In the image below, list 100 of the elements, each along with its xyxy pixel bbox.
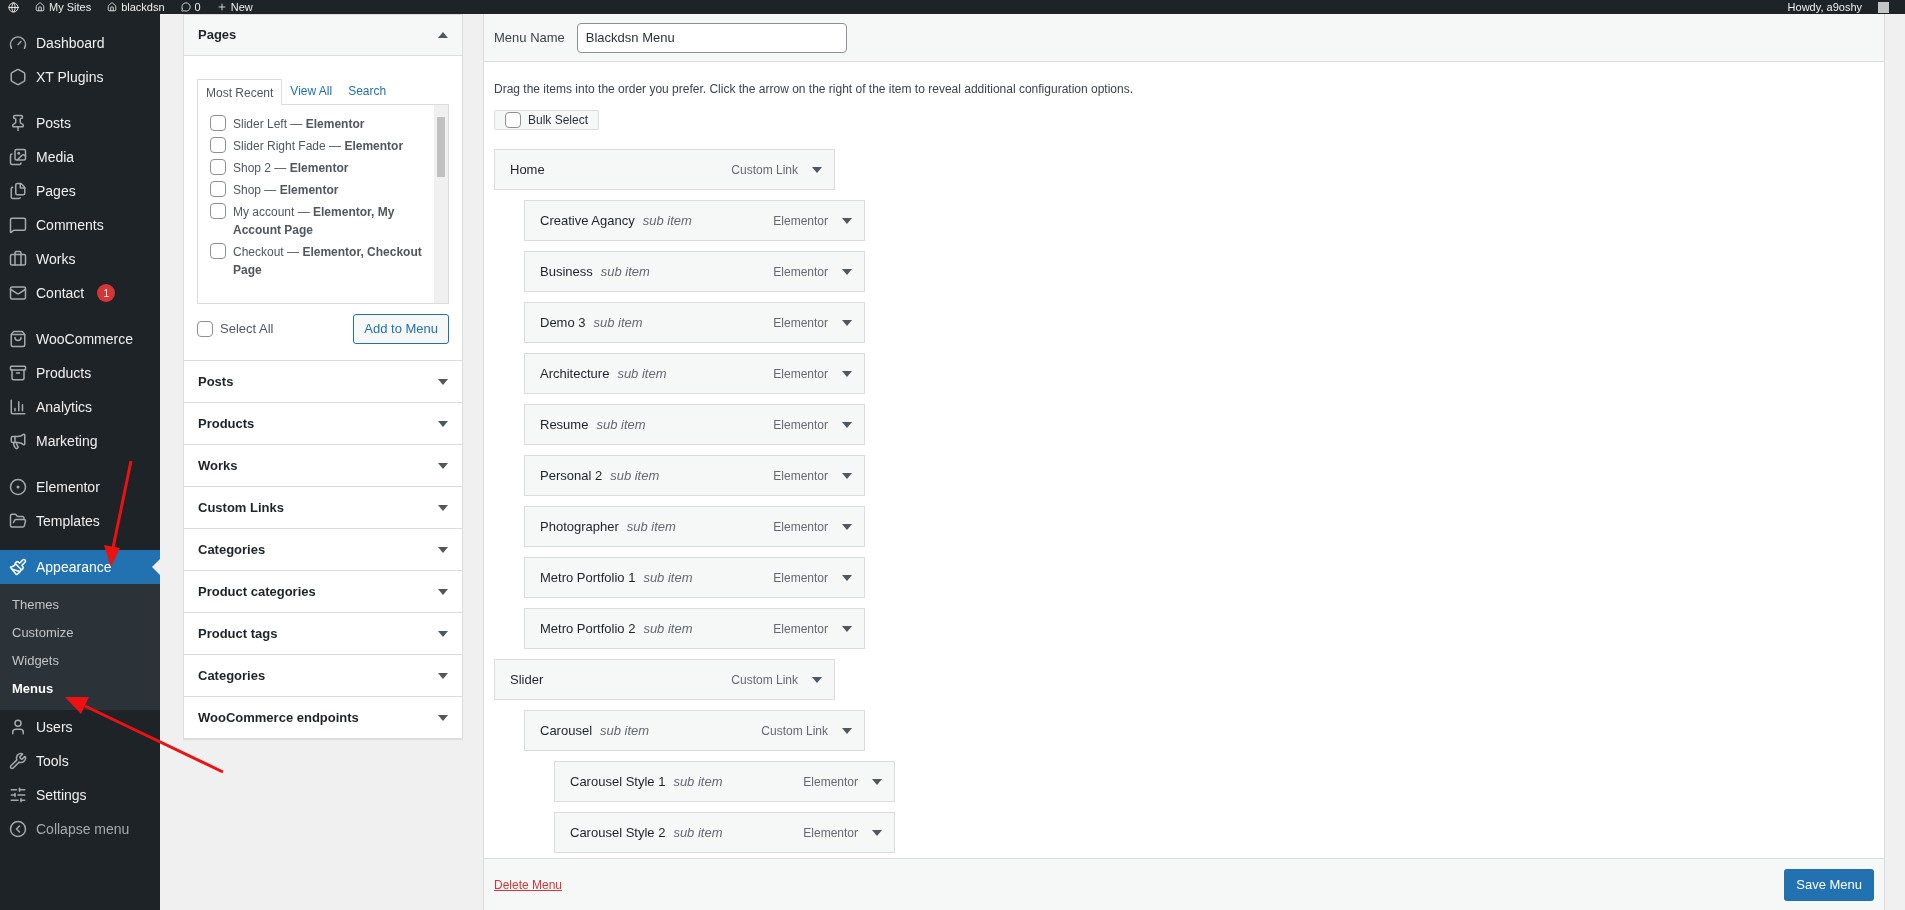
sidebar-item[interactable]: Analytics: [0, 390, 160, 424]
page-option: Slider Right Fade — Elementor: [233, 137, 404, 155]
sidebar-item[interactable]: Works: [0, 242, 160, 276]
add-to-menu-button[interactable]: Add to Menu: [353, 314, 449, 344]
menu-icon: [9, 148, 27, 166]
sidebar-item[interactable]: Users: [0, 710, 160, 744]
menu-icon: [9, 330, 27, 348]
caret-icon: [842, 370, 852, 377]
menu-item-note: sub item: [643, 619, 693, 638]
menu-item-type: Elementor: [773, 518, 828, 536]
sidebar-item[interactable]: XT Plugins: [0, 60, 160, 94]
sidebar-item[interactable]: Marketing: [0, 424, 160, 458]
menu-item-note: sub item: [642, 211, 692, 230]
sidebar-item[interactable]: Contact 1: [0, 276, 160, 310]
submenu-item[interactable]: Themes: [0, 591, 160, 619]
panel-tab[interactable]: Most Recent: [197, 79, 283, 105]
menu-icon: [9, 364, 27, 382]
menu-item-bar[interactable]: Metro Portfolio 2 sub item Elementor: [524, 608, 865, 649]
menu-item-type: Elementor: [773, 212, 828, 230]
sidebar-item[interactable]: Comments: [0, 208, 160, 242]
toolbar-icon[interactable]: [35, 2, 45, 12]
delete-menu-link[interactable]: Delete Menu: [494, 875, 563, 894]
caret-icon: [842, 523, 852, 530]
menu-icon: [9, 512, 27, 530]
greeting[interactable]: Howdy, a9oshy: [1787, 1, 1862, 13]
save-menu-button[interactable]: Save Menu: [1784, 868, 1874, 901]
avatar-icon[interactable]: [1878, 1, 1889, 13]
collapse-menu[interactable]: Collapse menu: [0, 812, 160, 846]
menu-item-bar[interactable]: Creative Agancy sub item Elementor: [524, 200, 865, 241]
sidebar-item[interactable]: Media: [0, 140, 160, 174]
menu-icon: [9, 786, 27, 804]
current-pointer-icon: [152, 559, 160, 575]
menu-item-note: sub item: [600, 721, 650, 740]
menu-item-bar[interactable]: Personal 2 sub item Elementor: [524, 455, 865, 496]
sidebar-item[interactable]: Templates: [0, 504, 160, 538]
menu-item-bar[interactable]: Carousel Style 2 sub item Elementor: [554, 812, 895, 853]
menu-item-bar[interactable]: Home Custom Link: [494, 149, 835, 190]
menu-icon: [9, 182, 27, 200]
menu-item-type: Elementor: [773, 467, 828, 485]
menu-item-type: Custom Link: [731, 161, 798, 179]
toolbar-link[interactable]: 0: [194, 1, 201, 13]
bulk-select-button[interactable]: Bulk Select: [494, 110, 600, 130]
menu-item-type: Elementor: [773, 314, 828, 332]
toolbar-icon[interactable]: [107, 2, 118, 12]
page-option: Checkout — Elementor, Checkout Page: [233, 243, 428, 279]
menu-item-bar[interactable]: Metro Portfolio 1 sub item Elementor: [524, 557, 865, 598]
menu-item-bar[interactable]: Business sub item Elementor: [524, 251, 865, 292]
checkbox[interactable]: [210, 159, 226, 175]
checkbox[interactable]: [505, 112, 521, 128]
panel-tab[interactable]: Search: [340, 78, 395, 104]
menu-icon: [9, 718, 27, 736]
checkbox[interactable]: [210, 181, 226, 197]
caret-icon: [438, 32, 448, 38]
menu-item-bar[interactable]: Resume sub item Elementor: [524, 404, 865, 445]
menu-item-bar[interactable]: Photographer sub item Elementor: [524, 506, 865, 547]
sidebar-item[interactable]: Products: [0, 356, 160, 390]
sidebar-item[interactable]: Posts: [0, 106, 160, 140]
sidebar-item[interactable]: Dashboard: [0, 26, 160, 60]
menu-item-type: Custom Link: [761, 722, 828, 740]
submenu-item[interactable]: Customize: [0, 619, 160, 647]
toolbar-icon[interactable]: [180, 2, 191, 12]
submenu-item[interactable]: Widgets: [0, 647, 160, 675]
checkbox[interactable]: [210, 203, 226, 219]
menu-icon: [9, 752, 27, 770]
toolbar-link[interactable]: My Sites: [49, 1, 92, 13]
panel-tab[interactable]: View All: [282, 78, 341, 104]
menu-item-title: Carousel Style 1: [570, 772, 666, 791]
submenu-item[interactable]: Menus: [0, 675, 160, 703]
checkbox[interactable]: [197, 321, 213, 337]
checkbox[interactable]: [210, 115, 226, 131]
menu-item-bar[interactable]: Carousel Style 1 sub item Elementor: [554, 761, 895, 802]
menu-item-note: sub item: [673, 823, 723, 842]
sidebar-item[interactable]: Elementor: [0, 470, 160, 504]
menu-item-bar[interactable]: Demo 3 sub item Elementor: [524, 302, 865, 343]
menu-item-note: sub item: [593, 313, 643, 332]
caret-icon: [872, 778, 882, 785]
toolbar-icon[interactable]: [216, 2, 227, 12]
menu-item-bar[interactable]: Slider Custom Link: [494, 659, 835, 700]
accordion-header[interactable]: Pages: [184, 15, 462, 56]
caret-icon: [842, 421, 852, 428]
menu-item-title: Metro Portfolio 1: [540, 568, 636, 587]
menu-item-bar[interactable]: Architecture sub item Elementor: [524, 353, 865, 394]
caret-icon: [438, 420, 448, 427]
menu-item-bar[interactable]: Carousel sub item Custom Link: [524, 710, 865, 751]
sidebar-item[interactable]: WooCommerce: [0, 322, 160, 356]
sidebar-item[interactable]: Pages: [0, 174, 160, 208]
sidebar-item[interactable]: Tools: [0, 744, 160, 778]
checkbox[interactable]: [210, 243, 226, 259]
toolbar-link[interactable]: New: [230, 1, 253, 13]
menu-icon: [9, 398, 27, 416]
toolbar-link[interactable]: blackdsn: [121, 1, 165, 13]
menu-name-field[interactable]: Blackdsn Menu: [576, 22, 847, 53]
checkbox[interactable]: [210, 137, 226, 153]
caret-icon: [842, 574, 852, 581]
caret-icon: [438, 588, 448, 595]
menu-item-title: Business: [540, 262, 593, 281]
caret-icon: [812, 166, 822, 173]
menu-icon: [9, 216, 27, 234]
sidebar-item[interactable]: Appearance: [0, 550, 160, 584]
sidebar-item[interactable]: Settings: [0, 778, 160, 812]
